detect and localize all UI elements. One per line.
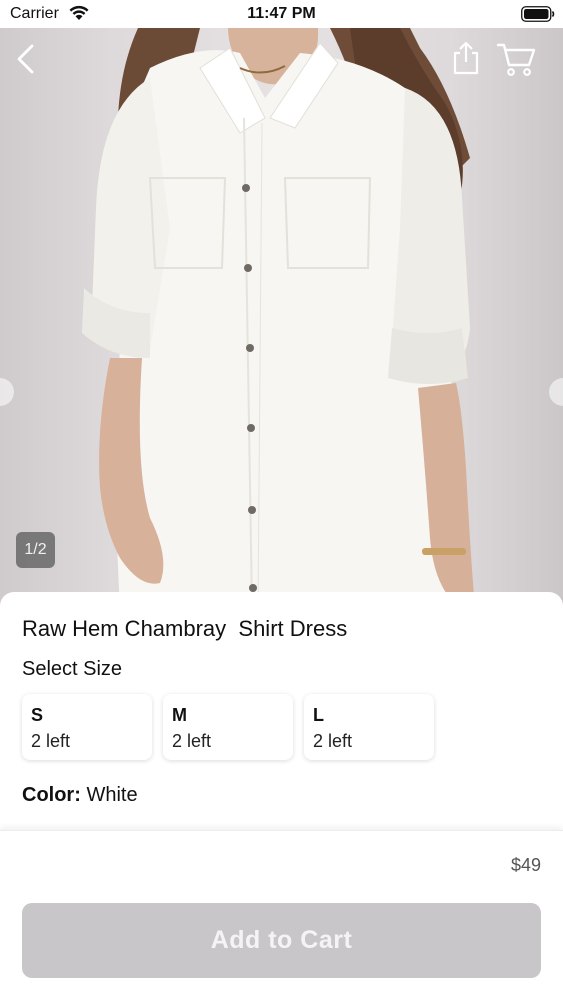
color-label: Color: [22, 784, 81, 806]
size-label: M [172, 705, 187, 725]
color-row: Color: White [22, 784, 138, 807]
share-button[interactable] [449, 40, 483, 76]
add-to-cart-button[interactable]: Add to Cart [22, 903, 541, 978]
color-value: White [80, 784, 138, 806]
status-bar: Carrier 11:47 PM [0, 0, 563, 28]
price: $49 [510, 855, 541, 875]
size-label: L [313, 705, 324, 725]
clock: 11:47 PM [247, 5, 316, 22]
select-size-label: Select Size [22, 658, 123, 680]
size-stock: 2 left [31, 731, 71, 751]
product-title: Raw Hem Chambray Shirt Dress [22, 616, 348, 641]
share-icon [453, 41, 479, 75]
product-image-gallery[interactable]: 1/2 [0, 28, 563, 608]
size-label: S [31, 705, 44, 725]
product-photo [82, 28, 475, 608]
image-page-counter: 1/2 [16, 532, 55, 568]
cart-button[interactable] [496, 40, 538, 78]
size-option-s[interactable]: S 2 left [22, 694, 152, 760]
size-stock: 2 left [313, 731, 353, 751]
cart-icon [496, 43, 536, 76]
size-option-l[interactable]: L 2 left [304, 694, 434, 760]
size-stock: 2 left [172, 731, 212, 751]
size-option-m[interactable]: M 2 left [163, 694, 293, 760]
battery-icon [521, 6, 555, 27]
back-arrow-icon [17, 44, 34, 74]
purchase-footer: $49 Add to Cart [0, 830, 563, 1001]
back-button[interactable] [12, 42, 42, 76]
